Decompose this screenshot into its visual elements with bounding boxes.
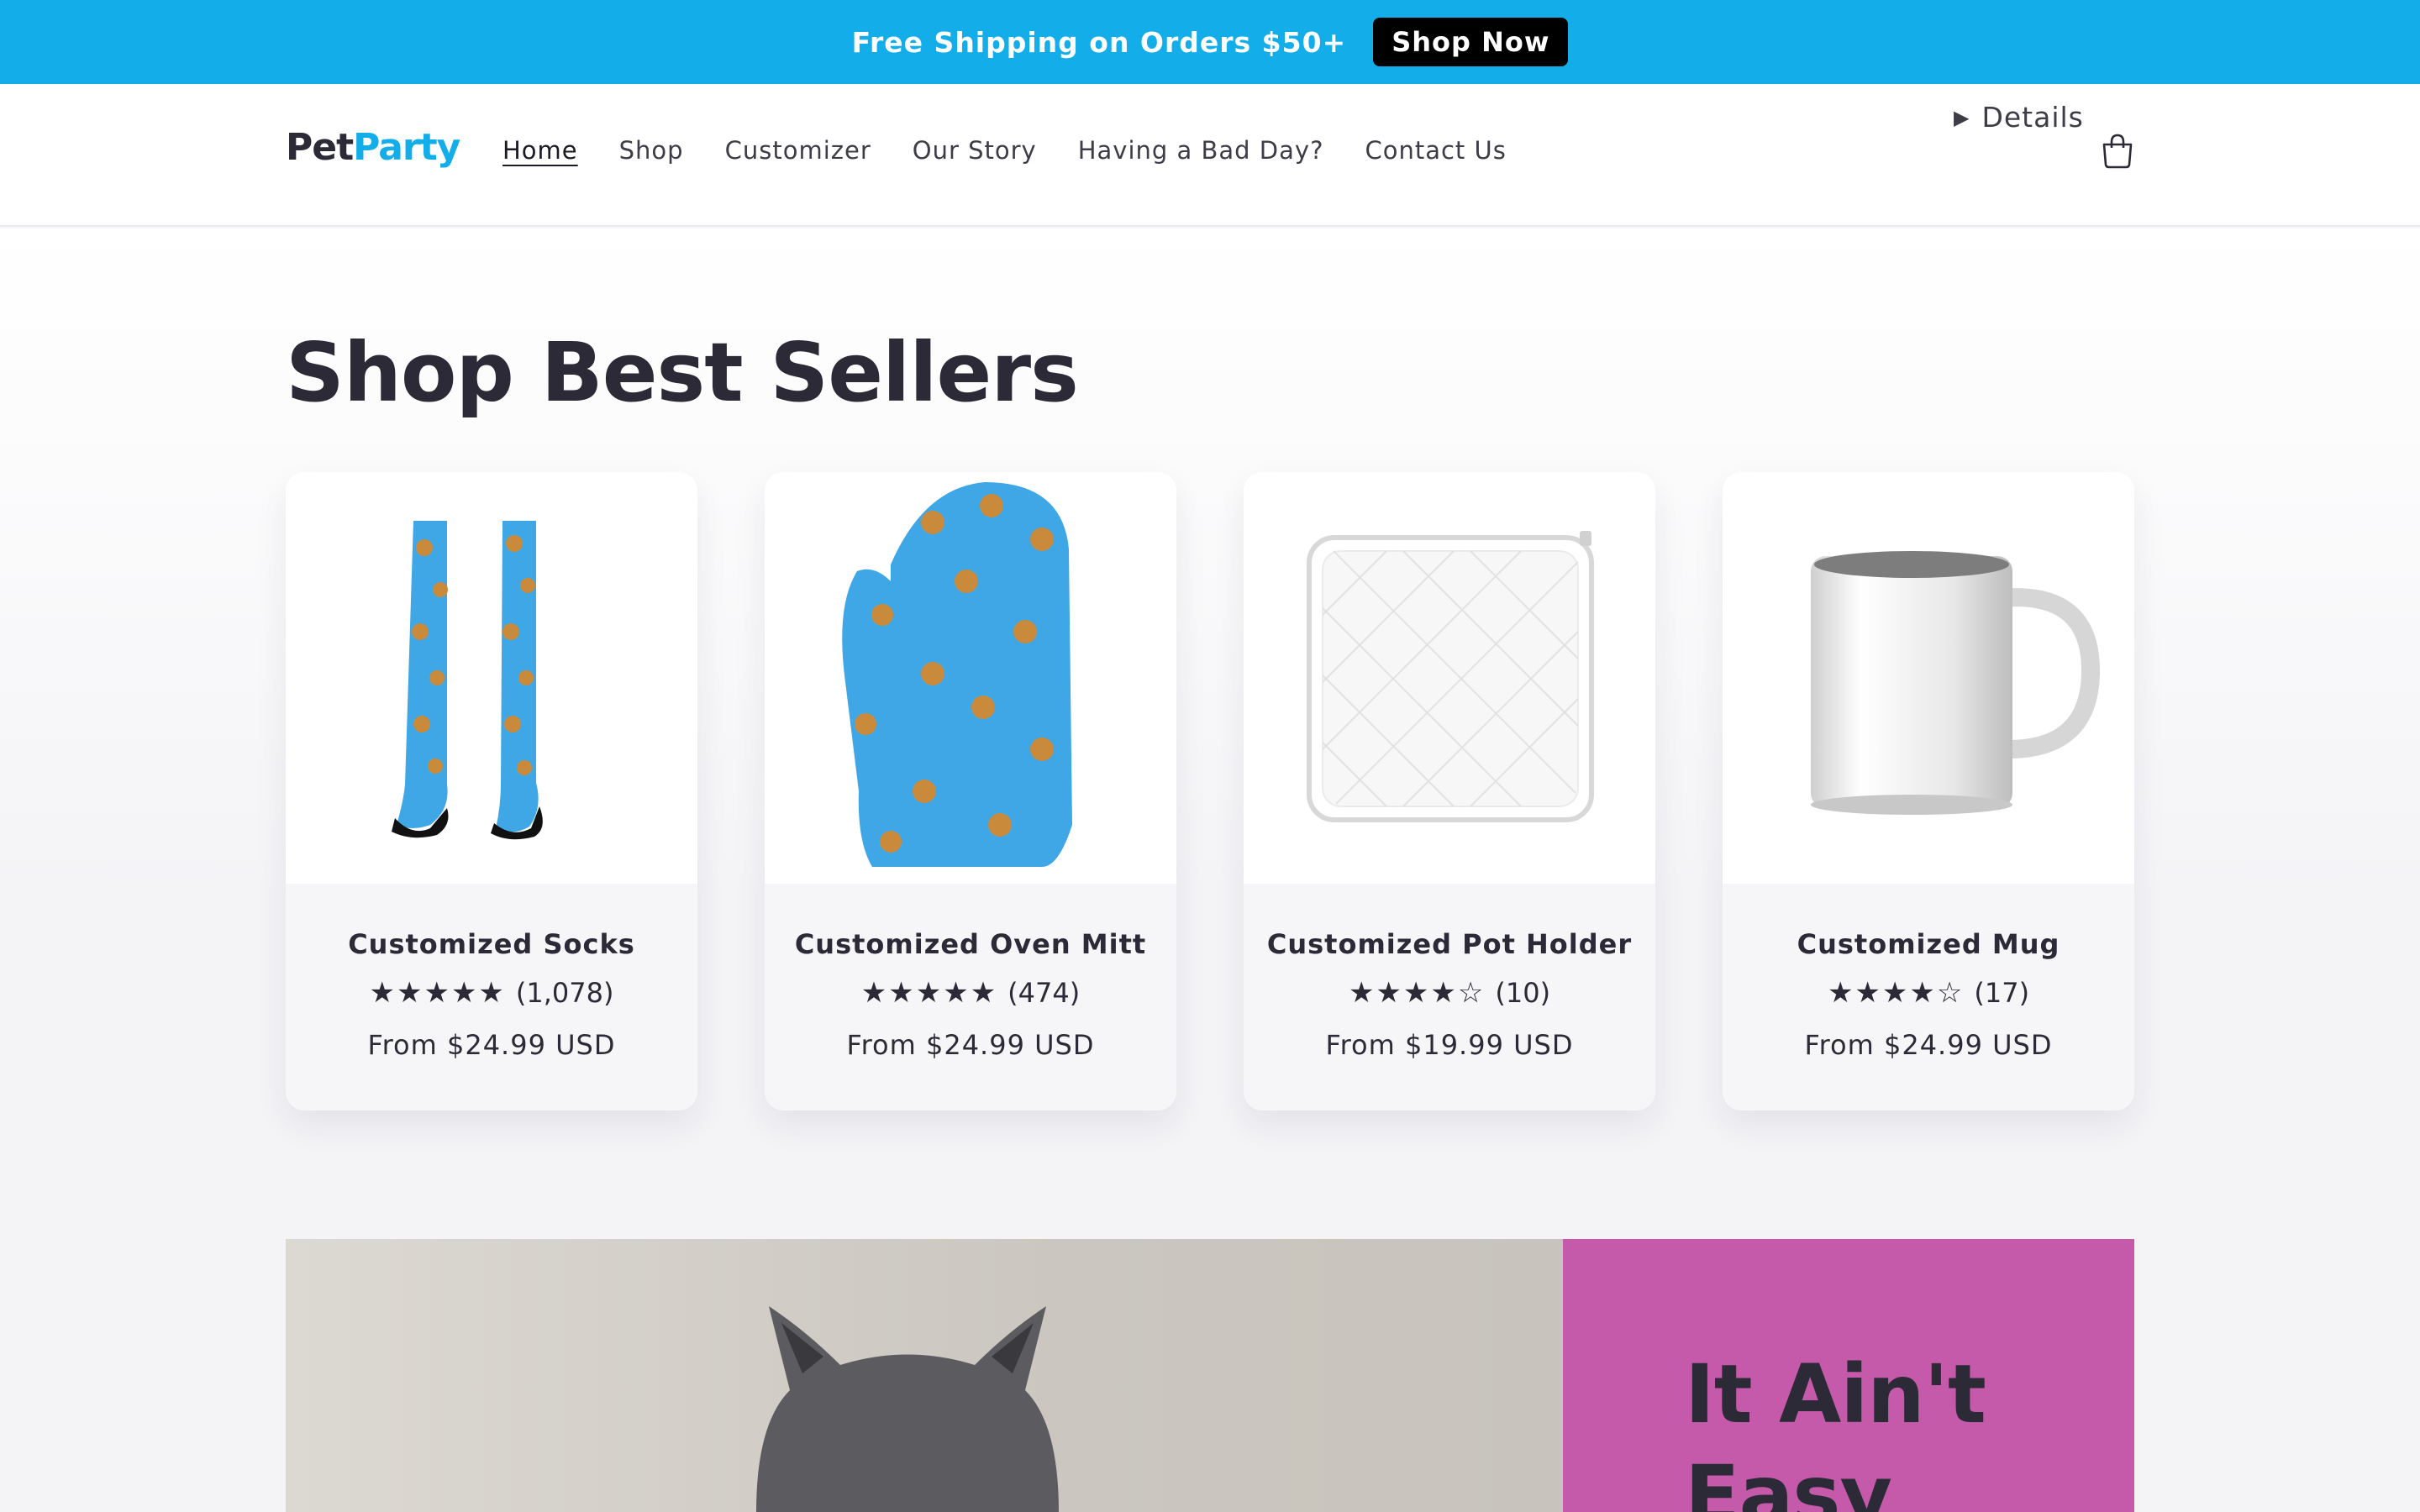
- product-name[interactable]: Customized Mug: [1723, 928, 2134, 960]
- product-name[interactable]: Customized Pot Holder: [1244, 928, 1655, 960]
- product-price: From $24.99 USD: [846, 1029, 1095, 1061]
- product-price: From $19.99 USD: [1325, 1029, 1574, 1061]
- product-card-socks[interactable]: Customized Socks ★★★★★ (1,078) From $24.…: [286, 472, 697, 1110]
- main-content: Shop Best Sellers Customized Socks ★★★★★…: [0, 228, 2420, 1512]
- rating-count: (10): [1495, 977, 1551, 1009]
- nav-item-our-story[interactable]: Our Story: [913, 136, 1037, 165]
- oven-mitt-image: [842, 482, 1072, 867]
- pot-holder-image: [1307, 531, 1594, 822]
- product-card-mug[interactable]: Customized Mug ★★★★☆ (17) From $24.99 US…: [1723, 472, 2134, 1110]
- details-label: Details: [1981, 101, 2084, 134]
- product-image-socks[interactable]: [286, 472, 697, 884]
- nav-item-customizer[interactable]: Customizer: [725, 136, 871, 165]
- product-rating: ★★★★★ (1,078): [286, 976, 697, 1010]
- rating-stars-icon: ★★★★★: [369, 976, 506, 1010]
- rating-stars-icon: ★★★★★: [860, 976, 998, 1010]
- product-name[interactable]: Customized Socks: [286, 928, 697, 960]
- site-header: PetParty Home Shop Customizer Our Story …: [0, 84, 2420, 227]
- nav-item-bad-day[interactable]: Having a Bad Day?: [1078, 136, 1324, 165]
- announcement-text: Free Shipping on Orders $50+: [851, 25, 1347, 59]
- shop-now-button[interactable]: Shop Now: [1373, 18, 1569, 66]
- banner-text-panel: It Ain't Easy: [1563, 1239, 2134, 1512]
- page-title: Shop Best Sellers: [286, 325, 1079, 420]
- logo-pet-text: Pet: [286, 126, 354, 169]
- rating-count: (17): [1974, 977, 2030, 1009]
- main-nav: Home Shop Customizer Our Story Having a …: [502, 136, 1507, 165]
- product-card-pot-holder[interactable]: Customized Pot Holder ★★★★☆ (10) From $1…: [1244, 472, 1655, 1110]
- product-rating: ★★★★★ (474): [765, 976, 1176, 1010]
- logo[interactable]: PetParty: [286, 126, 460, 169]
- product-image-oven-mitt[interactable]: [765, 472, 1176, 884]
- details-toggle[interactable]: ▶ Details: [1954, 101, 2084, 134]
- product-price: From $24.99 USD: [1804, 1029, 2053, 1061]
- rating-count: (1,078): [515, 977, 614, 1009]
- product-price: From $24.99 USD: [367, 1029, 616, 1061]
- banner-heading: It Ain't Easy: [1685, 1344, 1986, 1512]
- promo-banner: It Ain't Easy: [286, 1239, 2134, 1512]
- product-rating: ★★★★☆ (10): [1244, 976, 1655, 1010]
- cat-photo: [286, 1239, 1563, 1512]
- product-image-mug[interactable]: [1723, 472, 2134, 884]
- logo-party-text: Party: [353, 126, 460, 169]
- nav-item-contact[interactable]: Contact Us: [1365, 136, 1506, 165]
- cat-image: [756, 1306, 1059, 1512]
- product-name[interactable]: Customized Oven Mitt: [765, 928, 1176, 960]
- rating-count: (474): [1007, 977, 1081, 1009]
- mug-image: [1811, 551, 2101, 815]
- disclosure-triangle-icon: ▶: [1954, 105, 1970, 129]
- socks-image: [392, 521, 543, 840]
- product-card-oven-mitt[interactable]: Customized Oven Mitt ★★★★★ (474) From $2…: [765, 472, 1176, 1110]
- nav-item-shop[interactable]: Shop: [619, 136, 684, 165]
- banner-heading-line2: Easy: [1685, 1448, 1892, 1512]
- rating-stars-icon: ★★★★☆: [1348, 976, 1486, 1010]
- announcement-bar: Free Shipping on Orders $50+ Shop Now: [0, 0, 2420, 84]
- banner-heading-line1: It Ain't: [1685, 1347, 1986, 1441]
- product-rating: ★★★★☆ (17): [1723, 976, 2134, 1010]
- cart-icon[interactable]: [2099, 133, 2136, 170]
- product-image-pot-holder[interactable]: [1244, 472, 1655, 884]
- nav-item-home[interactable]: Home: [502, 136, 578, 165]
- rating-stars-icon: ★★★★☆: [1827, 976, 1965, 1010]
